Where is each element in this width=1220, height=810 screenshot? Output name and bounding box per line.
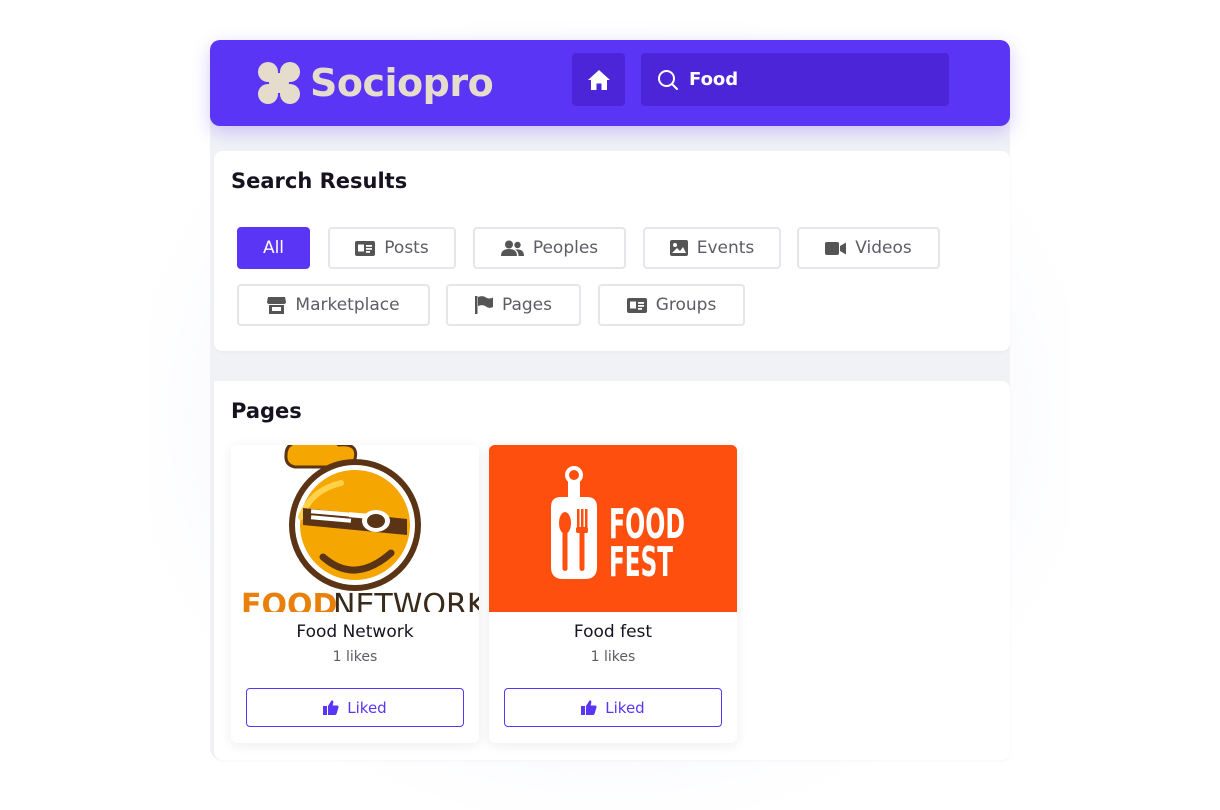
page-likes-count: 1 likes (332, 649, 378, 665)
flag-icon (474, 296, 493, 314)
pages-section-title: Pages (231, 399, 302, 423)
page-cover-image[interactable]: FOOD FEST (489, 445, 737, 612)
filter-groups[interactable]: Groups (598, 284, 745, 326)
home-icon (587, 69, 610, 90)
filter-videos-label: Videos (855, 238, 912, 258)
brand-logo[interactable]: Sociopro (258, 60, 494, 106)
logo-icon (258, 62, 300, 104)
liked-button[interactable]: Liked (504, 688, 722, 727)
search-results-card: Search Results All Posts Peoples Events … (214, 151, 1010, 351)
filter-groups-label: Groups (655, 295, 717, 315)
top-navbar: Sociopro (210, 40, 1010, 126)
filter-marketplace[interactable]: Marketplace (237, 284, 430, 326)
svg-text:NETWORK: NETWORK (333, 588, 479, 612)
food-fest-logo: FOOD FEST (489, 445, 737, 612)
filter-events-label: Events (696, 238, 755, 258)
filter-all-label: All (262, 238, 285, 258)
store-icon (267, 296, 287, 314)
liked-button-label: Liked (605, 698, 645, 717)
liked-button[interactable]: Liked (246, 688, 464, 727)
search-icon (658, 69, 678, 90)
brand-name: Sociopro (310, 61, 494, 105)
page-card[interactable]: FOOD FEST Food fest 1 likes Liked (489, 445, 737, 743)
filter-pages[interactable]: Pages (446, 284, 581, 326)
thumbs-up-icon (581, 700, 597, 715)
filter-peoples[interactable]: Peoples (473, 227, 626, 269)
liked-button-label: Liked (347, 698, 387, 717)
food-network-logo: FOOD NETWORK (231, 445, 479, 612)
video-camera-icon (825, 241, 847, 255)
page-card[interactable]: FOOD NETWORK Food Network 1 likes Liked (231, 445, 479, 743)
page-likes-count: 1 likes (590, 649, 636, 665)
image-icon (669, 240, 688, 256)
filter-marketplace-label: Marketplace (295, 295, 400, 315)
filter-posts-label: Posts (384, 238, 429, 258)
users-icon (500, 240, 524, 256)
search-input[interactable] (687, 68, 931, 91)
pages-section: Pages FOOD NETWORK Food Network 1 likes … (214, 381, 1010, 760)
filter-peoples-label: Peoples (532, 238, 599, 258)
id-card-icon (626, 297, 647, 313)
id-card-icon (355, 240, 376, 256)
svg-text:FOOD: FOOD (241, 588, 337, 612)
home-button[interactable] (572, 53, 625, 106)
search-results-title: Search Results (231, 169, 408, 193)
filter-videos[interactable]: Videos (797, 227, 940, 269)
page-name[interactable]: Food Network (231, 622, 479, 642)
filter-posts[interactable]: Posts (328, 227, 456, 269)
svg-text:FEST: FEST (609, 538, 673, 586)
filter-events[interactable]: Events (643, 227, 781, 269)
page-name[interactable]: Food fest (489, 622, 737, 642)
search-bar[interactable] (641, 53, 949, 106)
thumbs-up-icon (323, 700, 339, 715)
filter-pages-label: Pages (501, 295, 552, 315)
page-cover-image[interactable]: FOOD NETWORK (231, 445, 479, 612)
filter-all[interactable]: All (237, 227, 310, 269)
